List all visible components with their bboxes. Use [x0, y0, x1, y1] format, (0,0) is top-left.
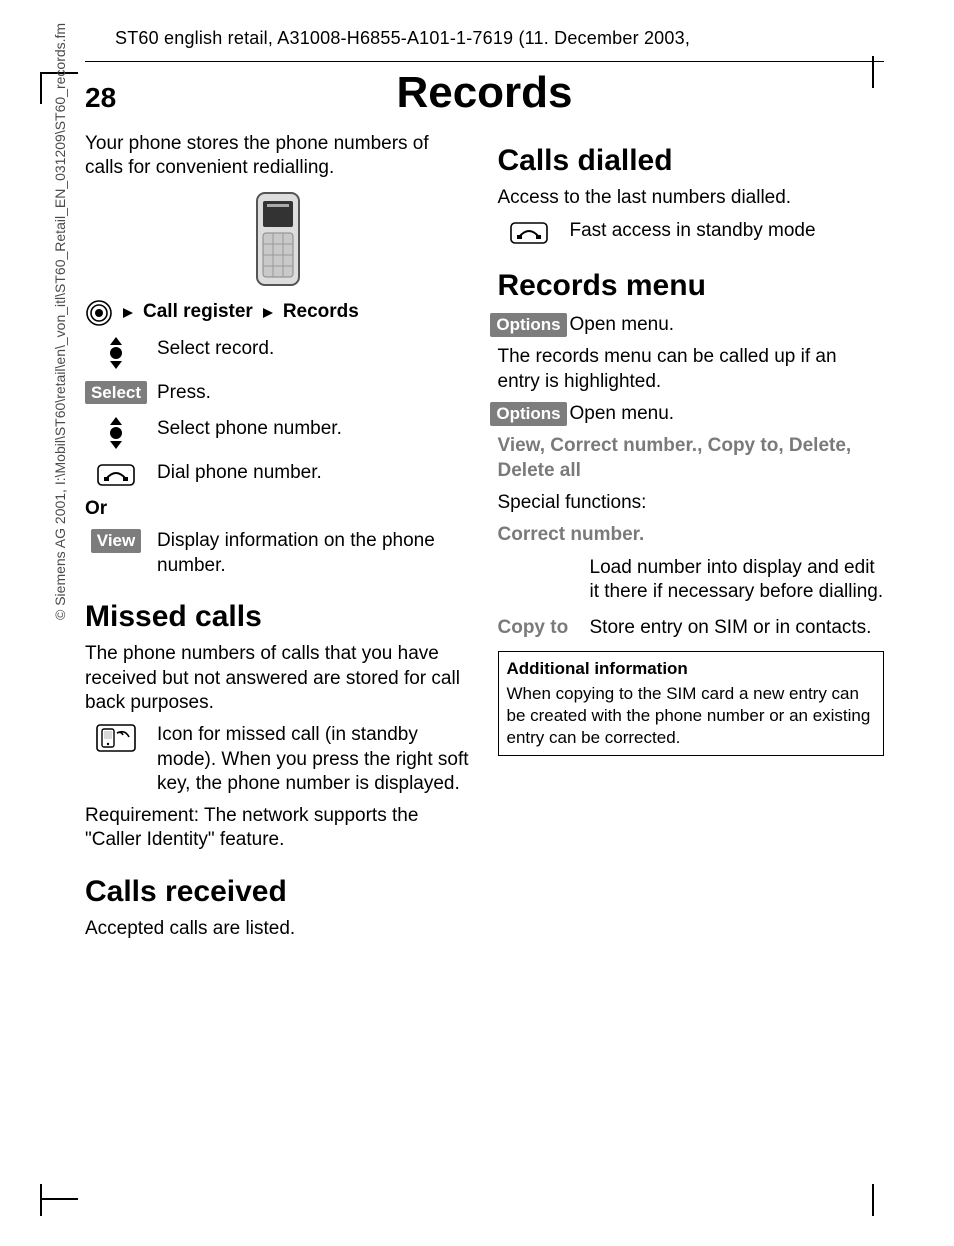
- or-label: Or: [85, 497, 472, 521]
- correct-number-desc: Load number into display and edit it the…: [590, 556, 885, 605]
- page-title: Records: [85, 68, 884, 118]
- dialled-paragraph: Access to the last numbers dialled.: [498, 186, 885, 210]
- up-down-joystick-icon: [85, 337, 147, 369]
- records-menu-para: The records menu can be called up if an …: [498, 345, 885, 394]
- call-key-icon: [85, 461, 147, 489]
- dialled-fast-access: Fast access in standby mode: [570, 219, 885, 243]
- softkey-options[interactable]: Options: [490, 313, 566, 337]
- step-view: Display information on the phone number.: [157, 529, 472, 578]
- step-select-record: Select record.: [157, 337, 472, 361]
- heading-calls-dialled: Calls dialled: [498, 142, 885, 180]
- records-open-menu: Open menu.: [570, 313, 885, 337]
- joystick-icon: [85, 299, 113, 327]
- softkey-select[interactable]: Select: [85, 381, 147, 405]
- step-press: Press.: [157, 381, 472, 405]
- phone-illustration: [85, 189, 472, 289]
- info-box-title: Additional information: [507, 658, 876, 680]
- softkey-view[interactable]: View: [91, 529, 141, 553]
- received-paragraph: Accepted calls are listed.: [85, 917, 472, 941]
- missed-call-icon: [85, 723, 147, 753]
- records-open-menu-2: Open menu.: [570, 402, 885, 426]
- heading-missed-calls: Missed calls: [85, 598, 472, 636]
- step-select-number: Select phone number.: [157, 417, 472, 441]
- header-rule: [85, 61, 884, 62]
- call-key-icon: [498, 219, 560, 247]
- nav-records: Records: [283, 300, 359, 324]
- missed-requirement: Requirement: The network supports the "C…: [85, 804, 472, 853]
- up-down-joystick-icon: [85, 417, 147, 449]
- copy-to-label: Copy to: [498, 616, 580, 640]
- records-menu-list: View, Correct number., Copy to, Delete, …: [498, 434, 885, 483]
- step-dial: Dial phone number.: [157, 461, 472, 485]
- additional-info-box: Additional information When copying to t…: [498, 651, 885, 756]
- records-special-functions: Special functions:: [498, 491, 885, 515]
- correct-number-label: Correct number.: [498, 523, 885, 547]
- intro-paragraph: Your phone stores the phone numbers of c…: [85, 132, 472, 181]
- heading-calls-received: Calls received: [85, 873, 472, 911]
- softkey-options[interactable]: Options: [490, 402, 566, 426]
- arrow-icon: [261, 306, 275, 320]
- nav-call-register: Call register: [143, 300, 253, 324]
- missed-paragraph: The phone numbers of calls that you have…: [85, 642, 472, 715]
- running-header: ST60 english retail, A31008-H6855-A101-1…: [115, 28, 884, 49]
- missed-icon-desc: Icon for missed call (in standby mode). …: [157, 723, 472, 796]
- copy-to-desc: Store entry on SIM or in contacts.: [590, 616, 885, 640]
- arrow-icon: [121, 306, 135, 320]
- vertical-copyright: © Siemens AG 2001, I:\Mobil\ST60\retail\…: [52, 23, 68, 620]
- heading-records-menu: Records menu: [498, 267, 885, 305]
- info-box-body: When copying to the SIM card a new entry…: [507, 683, 876, 748]
